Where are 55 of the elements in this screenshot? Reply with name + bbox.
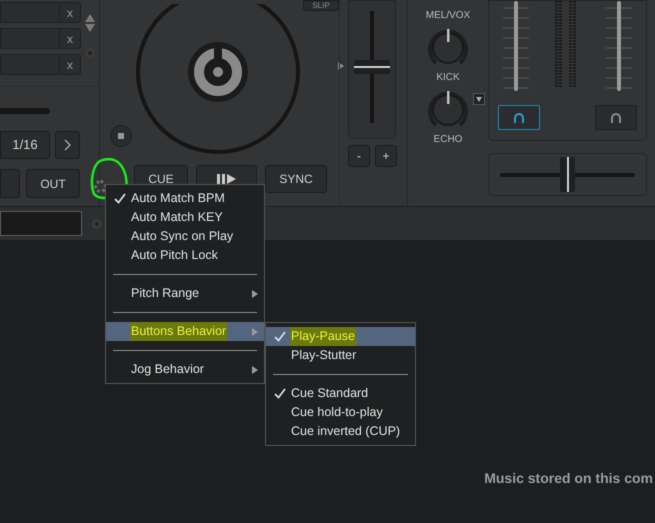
crossfader-thumb[interactable] [560, 157, 575, 192]
down-arrow-icon[interactable] [85, 24, 95, 32]
caret-icon [476, 96, 482, 102]
pitch-slider-track[interactable] [354, 11, 390, 123]
pitch-plus-button[interactable]: + [375, 145, 397, 167]
check-icon [114, 193, 126, 204]
check-icon [274, 331, 286, 342]
library-message: Music stored on this com [484, 469, 653, 488]
sync-button[interactable]: SYNC [265, 165, 327, 193]
out-button[interactable]: OUT [26, 169, 80, 198]
menu-item[interactable]: Jog Behavior [106, 360, 264, 379]
search-field[interactable]: x [0, 54, 81, 75]
submenu-arrow-icon [252, 328, 258, 336]
menu-item[interactable]: Cue Standard [266, 384, 415, 403]
pitch-minus-button[interactable]: - [348, 145, 370, 167]
up-arrow-icon[interactable] [85, 14, 95, 22]
dropdown-button[interactable] [473, 93, 485, 105]
headphones-icon [513, 112, 525, 124]
dot-button[interactable] [85, 48, 95, 58]
grid-value[interactable]: 1/16 [0, 131, 50, 159]
submenu-arrow-icon [252, 290, 258, 298]
clear-button[interactable]: x [59, 29, 80, 48]
menu-item[interactable]: Cue inverted (CUP) [266, 422, 415, 441]
menu-item[interactable]: Cue hold-to-play [266, 403, 415, 422]
headphones-icon [610, 112, 622, 124]
clear-button[interactable]: x [59, 3, 80, 22]
menu-item[interactable]: Auto Sync on Play [106, 227, 264, 246]
chevron-right-icon [64, 139, 71, 151]
knob-label: KICK [436, 71, 460, 85]
menu-item[interactable]: Auto Match KEY [106, 208, 264, 227]
clear-button[interactable]: x [59, 55, 80, 74]
stop-button[interactable] [110, 125, 132, 147]
crossfader-track[interactable] [500, 157, 635, 192]
dot-button[interactable] [92, 218, 102, 228]
submenu-arrow-icon [252, 366, 258, 374]
menu-item[interactable]: Auto Pitch Lock [106, 246, 264, 265]
slip-button[interactable]: SLIP [303, 0, 339, 11]
menu-item[interactable]: Buttons Behavior [106, 322, 264, 341]
next-button[interactable] [55, 131, 80, 159]
pitch-marker-icon [338, 62, 344, 70]
search-field[interactable]: x [0, 2, 81, 23]
knob-label: ECHO [434, 133, 462, 147]
menu-item[interactable]: Play-Stutter [266, 346, 415, 365]
menu-item[interactable]: Pitch Range [106, 284, 264, 303]
headphones-button[interactable] [498, 105, 540, 130]
channel-fader[interactable] [501, 1, 532, 91]
text-field[interactable] [0, 211, 82, 236]
menu-item[interactable]: Play-Pause [266, 327, 415, 346]
search-field[interactable]: x [0, 28, 81, 49]
headphones-button[interactable] [595, 105, 637, 130]
pitch-slider-thumb[interactable] [354, 60, 390, 74]
check-icon [274, 388, 286, 399]
channel-fader[interactable] [604, 1, 634, 91]
knob-label: MEL/VOX [426, 9, 470, 23]
play-pause-icon [216, 174, 236, 184]
